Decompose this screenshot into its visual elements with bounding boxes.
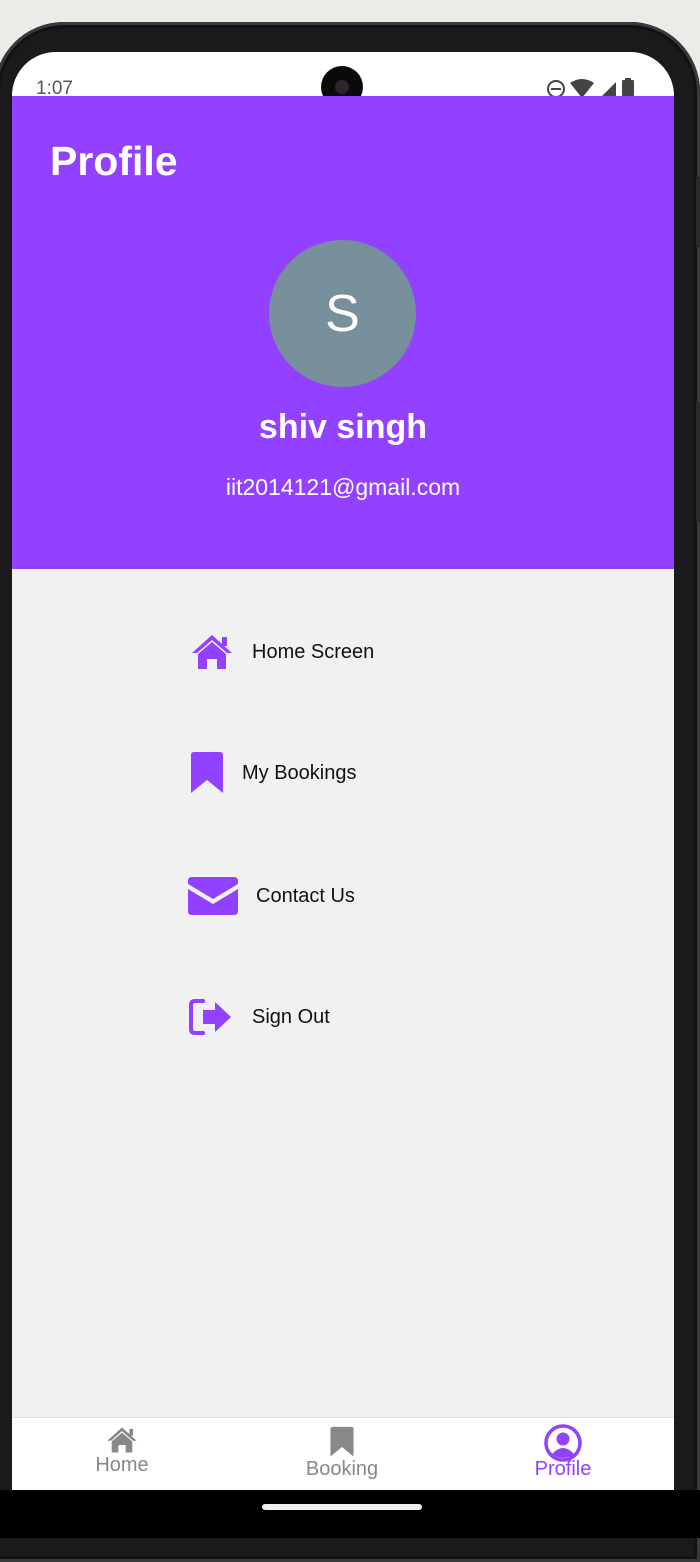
- app-screen: 1:07 Profile S shiv singh iit2014121@gma: [12, 52, 674, 1490]
- menu-item-my-bookings[interactable]: My Bookings: [188, 752, 357, 794]
- tab-booking[interactable]: Booking: [282, 1426, 402, 1481]
- home-icon: [107, 1427, 137, 1453]
- menu-item-label: Home Screen: [252, 640, 375, 663]
- bookmark-icon: [188, 752, 226, 794]
- menu-item-contact-us[interactable]: Contact Us: [188, 876, 355, 916]
- user-email: iit2014121@gmail.com: [225, 474, 461, 500]
- menu-item-home-screen[interactable]: Home Screen: [188, 632, 374, 672]
- envelope-icon: [188, 876, 238, 916]
- profile-header: Profile S shiv singh iit2014121@gmail.co…: [12, 96, 674, 569]
- bottom-navigation: Home Booking Profile: [12, 1417, 674, 1490]
- user-circle-icon: [544, 1424, 582, 1462]
- menu-item-sign-out[interactable]: Sign Out: [188, 998, 330, 1036]
- tab-profile[interactable]: Profile: [503, 1424, 623, 1481]
- avatar-initial: S: [325, 284, 360, 343]
- sign-out-icon: [188, 998, 234, 1036]
- menu-item-label: Contact Us: [256, 884, 355, 907]
- bookmark-icon: [330, 1426, 354, 1457]
- menu-item-label: My Bookings: [242, 761, 357, 784]
- desktop-background: [0, 0, 700, 22]
- menu-item-label: Sign Out: [252, 1005, 330, 1028]
- tab-home-label: Home: [95, 1454, 149, 1476]
- tab-home[interactable]: Home: [62, 1426, 182, 1477]
- status-bar: 1:07: [12, 52, 674, 108]
- tab-booking-label: Booking: [305, 1458, 379, 1480]
- user-name: shiv singh: [258, 408, 428, 446]
- volume-button: [696, 402, 700, 522]
- gesture-bar: [0, 1490, 700, 1538]
- page-title: Profile: [50, 138, 178, 184]
- home-icon: [188, 632, 236, 672]
- power-button: [696, 177, 700, 247]
- avatar[interactable]: S: [269, 240, 416, 387]
- tab-profile-label: Profile: [534, 1458, 592, 1480]
- home-indicator[interactable]: [262, 1504, 422, 1510]
